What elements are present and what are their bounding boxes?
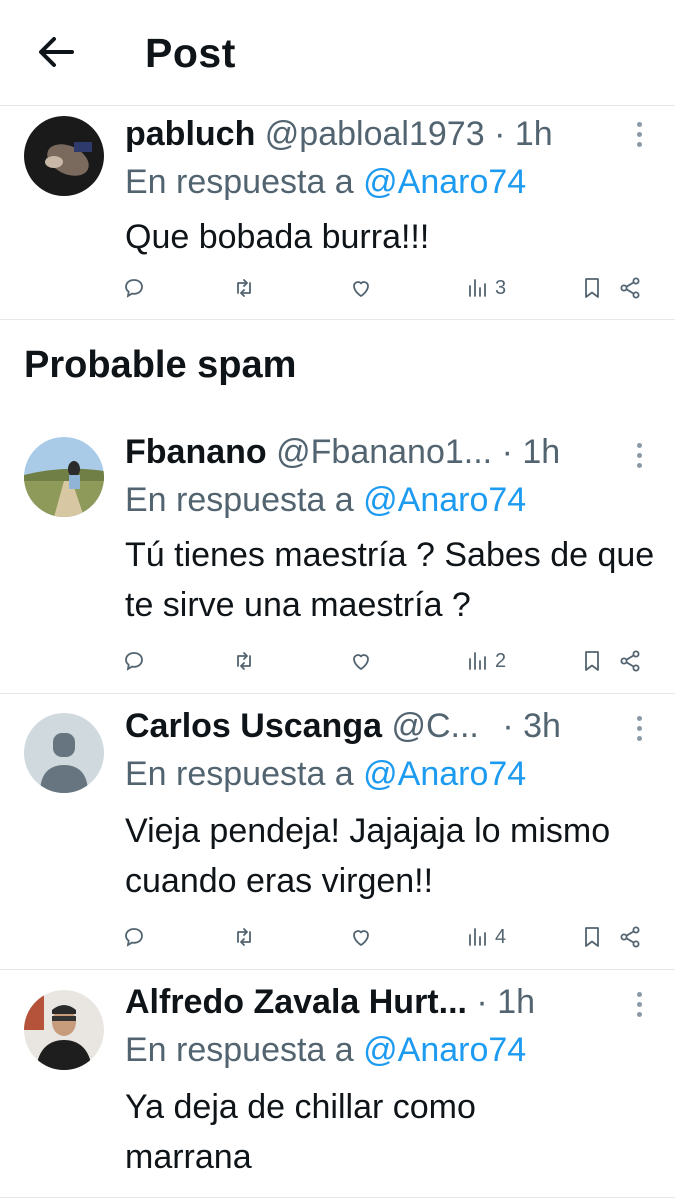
back-button[interactable]	[34, 34, 78, 70]
retweet-button[interactable]	[232, 646, 256, 676]
more-vertical-icon	[636, 122, 642, 127]
user-handle[interactable]: @Fbanano1...	[276, 433, 492, 471]
tweet-actions: 3	[120, 273, 650, 303]
reply-context: En respuesta a @Anaro74	[125, 478, 526, 522]
views-count: 2	[495, 649, 507, 672]
reply-context: En respuesta a @Anaro74	[125, 160, 526, 204]
tweet[interactable]: Alfredo Zavala Hurt... · 1h En respuesta…	[0, 970, 675, 1198]
top-bar: Post	[0, 0, 675, 106]
views-button[interactable]: 2	[465, 646, 506, 676]
reply-prefix: En respuesta a	[125, 1031, 354, 1069]
more-vertical-icon	[636, 992, 642, 997]
reply-mention-link[interactable]: @Anaro74	[363, 755, 526, 793]
retweet-icon	[237, 928, 251, 946]
share-button[interactable]	[618, 922, 642, 952]
tweet-actions: 4	[120, 922, 650, 952]
heart-icon	[353, 281, 369, 297]
timestamp[interactable]: · 1h	[502, 433, 561, 471]
views-count: 3	[495, 276, 507, 299]
display-name[interactable]: Fbanano	[125, 433, 267, 471]
reply-button[interactable]	[122, 646, 146, 676]
like-button[interactable]	[349, 922, 373, 952]
more-options-button[interactable]	[633, 992, 645, 1022]
bookmark-icon	[585, 927, 599, 947]
heart-icon	[353, 654, 369, 670]
page-title: Post	[145, 30, 236, 76]
tweet-header: Carlos Uscanga @C... · 3h	[125, 704, 561, 748]
display-name[interactable]: Carlos Uscanga	[125, 707, 382, 745]
reply-mention-link[interactable]: @Anaro74	[363, 1031, 526, 1069]
retweet-button[interactable]	[232, 273, 256, 303]
like-button[interactable]	[349, 646, 373, 676]
bookmark-button[interactable]	[580, 273, 604, 303]
reply-prefix: En respuesta a	[125, 163, 354, 201]
views-chart-icon	[469, 652, 486, 670]
tweet-header: Fbanano @Fbanano1... · 1h	[125, 430, 560, 474]
share-button[interactable]	[618, 646, 642, 676]
reply-context: En respuesta a @Anaro74	[125, 752, 526, 796]
views-button[interactable]: 4	[465, 922, 506, 952]
reply-mention-link[interactable]: @Anaro74	[363, 481, 526, 519]
reply-button[interactable]	[122, 273, 146, 303]
tweet[interactable]: Fbanano @Fbanano1... · 1h En respuesta a…	[0, 424, 675, 694]
avatar[interactable]	[24, 116, 104, 196]
comment-icon	[125, 928, 143, 947]
tweet-header: pabluch @pabloal1973 · 1h	[125, 112, 553, 156]
tweet-header: Alfredo Zavala Hurt... · 1h	[125, 980, 535, 1024]
reply-prefix: En respuesta a	[125, 755, 354, 793]
retweet-icon	[237, 652, 251, 670]
avatar[interactable]	[24, 713, 104, 793]
avatar[interactable]	[24, 990, 104, 1070]
user-handle[interactable]: @C...	[391, 707, 478, 745]
retweet-button[interactable]	[232, 922, 256, 952]
tweet-text: Tú tienes maestría ? Sabes de que te sir…	[125, 536, 655, 624]
comment-icon	[125, 279, 143, 298]
comment-icon	[125, 652, 143, 671]
probable-spam-heading: Probable spam	[24, 344, 297, 386]
more-vertical-icon	[636, 716, 642, 721]
timestamp[interactable]: · 1h	[494, 115, 553, 153]
tweet-text: Ya deja de chillar como marrana	[125, 1088, 476, 1176]
tweet[interactable]: pabluch @pabloal1973 · 1h En respuesta a…	[0, 106, 675, 320]
bookmark-icon	[585, 278, 599, 298]
tweet[interactable]: Carlos Uscanga @C... · 3h En respuesta a…	[0, 694, 675, 970]
user-handle[interactable]: @pabloal1973	[265, 115, 485, 153]
share-icon	[620, 277, 640, 299]
avatar-image	[24, 990, 104, 1070]
more-options-button[interactable]	[633, 122, 645, 152]
retweet-icon	[237, 279, 251, 297]
views-button[interactable]: 3	[465, 273, 506, 303]
share-button[interactable]	[618, 273, 642, 303]
tweet-text: Que bobada burra!!!	[125, 218, 430, 256]
arrow-left-icon	[39, 37, 74, 67]
timestamp[interactable]: · 3h	[502, 707, 561, 745]
like-button[interactable]	[349, 273, 373, 303]
more-options-button[interactable]	[633, 443, 645, 473]
display-name[interactable]: pabluch	[125, 115, 255, 153]
reply-mention-link[interactable]: @Anaro74	[363, 163, 526, 201]
bookmark-button[interactable]	[580, 646, 604, 676]
views-count: 4	[495, 925, 507, 948]
more-vertical-icon	[636, 443, 642, 448]
avatar-image	[24, 116, 104, 196]
share-icon	[620, 650, 640, 672]
more-options-button[interactable]	[633, 716, 645, 746]
timestamp[interactable]: · 1h	[476, 983, 535, 1021]
views-chart-icon	[469, 928, 486, 946]
avatar-image	[24, 437, 104, 517]
heart-icon	[353, 930, 369, 946]
avatar[interactable]	[24, 437, 104, 517]
tweet-actions: 2	[120, 646, 650, 676]
reply-context: En respuesta a @Anaro74	[125, 1028, 526, 1072]
bookmark-icon	[585, 651, 599, 671]
reply-button[interactable]	[122, 922, 146, 952]
tweet-text: Vieja pendeja! Jajajaja lo mismo cuando …	[125, 812, 611, 900]
views-chart-icon	[469, 279, 486, 297]
default-avatar-icon	[24, 713, 104, 793]
reply-prefix: En respuesta a	[125, 481, 354, 519]
bookmark-button[interactable]	[580, 922, 604, 952]
display-name[interactable]: Alfredo Zavala Hurt...	[125, 983, 467, 1021]
share-icon	[620, 926, 640, 948]
